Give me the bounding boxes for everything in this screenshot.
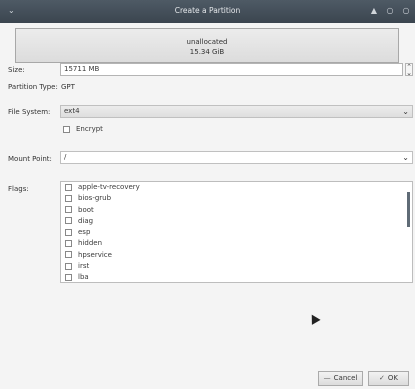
flag-checkbox[interactable]	[65, 183, 72, 191]
spin-down-icon[interactable]: ⌄	[406, 70, 412, 77]
window-title: Create a Partition	[174, 6, 241, 15]
dialog-body: unallocated 15.34 GiB Size: 15711 MB ⌃ ⌄…	[0, 23, 415, 389]
title-bar: ⌄ Create a Partition ▲ ○ ○	[0, 0, 415, 23]
flag-item[interactable]: esp	[61, 227, 412, 238]
flag-item[interactable]: diag	[61, 216, 412, 227]
cancel-button[interactable]: — Cancel	[318, 371, 363, 386]
flags-list[interactable]: apple-tv-recovery bios-grub boot diag es…	[60, 181, 413, 283]
ok-label: OK	[387, 374, 398, 382]
flag-label: irst	[78, 262, 90, 271]
mount-point-value[interactable]: /	[64, 153, 66, 161]
flags-label: Flags:	[8, 185, 29, 193]
flag-item[interactable]: hidden	[61, 238, 412, 249]
flag-item[interactable]: hpservice	[61, 250, 412, 261]
flag-item[interactable]: lba	[61, 272, 412, 282]
flag-checkbox[interactable]	[65, 273, 72, 281]
flag-label: esp	[78, 228, 91, 237]
flag-item[interactable]: boot	[61, 205, 412, 216]
checkmark-icon: ✓	[379, 374, 385, 382]
unallocated-label: unallocated	[186, 38, 228, 46]
encrypt-label: Encrypt	[76, 125, 103, 133]
flag-checkbox[interactable]	[65, 262, 72, 270]
partition-type-label: Partition Type:	[8, 83, 58, 91]
encrypt-checkbox[interactable]	[63, 125, 70, 133]
flags-scrollbar[interactable]	[406, 182, 412, 282]
flag-item[interactable]: bios-grub	[61, 193, 412, 204]
flag-checkbox[interactable]	[65, 217, 72, 225]
flag-checkbox[interactable]	[65, 206, 72, 214]
flag-label: lba	[78, 273, 89, 282]
mount-point-combo[interactable]: / ⌄	[60, 151, 413, 164]
flag-label: diag	[78, 216, 94, 225]
chevron-down-icon: ⌄	[402, 107, 409, 116]
cancel-label: Cancel	[333, 374, 358, 382]
file-system-label: File System:	[8, 108, 51, 116]
size-input[interactable]: 15711 MB	[60, 63, 403, 76]
flag-checkbox[interactable]	[65, 194, 72, 202]
ok-button[interactable]: ✓ OK	[368, 371, 409, 386]
unallocated-space-block[interactable]: unallocated 15.34 GiB	[15, 28, 399, 63]
flag-item[interactable]: irst	[61, 261, 412, 272]
minimize-icon[interactable]: ○	[385, 6, 395, 16]
partition-type-value: GPT	[61, 83, 75, 91]
size-label: Size:	[8, 66, 25, 74]
flag-label: boot	[78, 205, 94, 214]
close-icon[interactable]: ○	[401, 6, 411, 16]
window-controls: ▲ ○ ○	[369, 6, 411, 16]
flag-checkbox[interactable]	[65, 251, 72, 259]
unallocated-size: 15.34 GiB	[189, 48, 225, 56]
flag-label: bios-grub	[78, 194, 112, 203]
flag-label: hidden	[78, 239, 103, 248]
keep-above-icon[interactable]: ▲	[369, 6, 379, 16]
flag-label: apple-tv-recovery	[78, 183, 140, 191]
encrypt-option[interactable]: Encrypt	[63, 125, 103, 133]
flag-checkbox[interactable]	[65, 228, 72, 236]
chevron-down-icon[interactable]: ⌄	[402, 152, 409, 163]
flag-checkbox[interactable]	[65, 239, 72, 247]
flag-label: hpservice	[78, 250, 112, 259]
size-spinner[interactable]: ⌃ ⌄	[405, 63, 413, 77]
flag-item[interactable]: apple-tv-recovery	[61, 182, 412, 193]
cancel-icon: —	[323, 374, 331, 382]
file-system-value: ext4	[64, 107, 80, 115]
file-system-combo[interactable]: ext4 ⌄	[60, 105, 413, 118]
mount-point-label: Mount Point:	[8, 155, 52, 163]
scrollbar-thumb[interactable]	[407, 192, 410, 227]
